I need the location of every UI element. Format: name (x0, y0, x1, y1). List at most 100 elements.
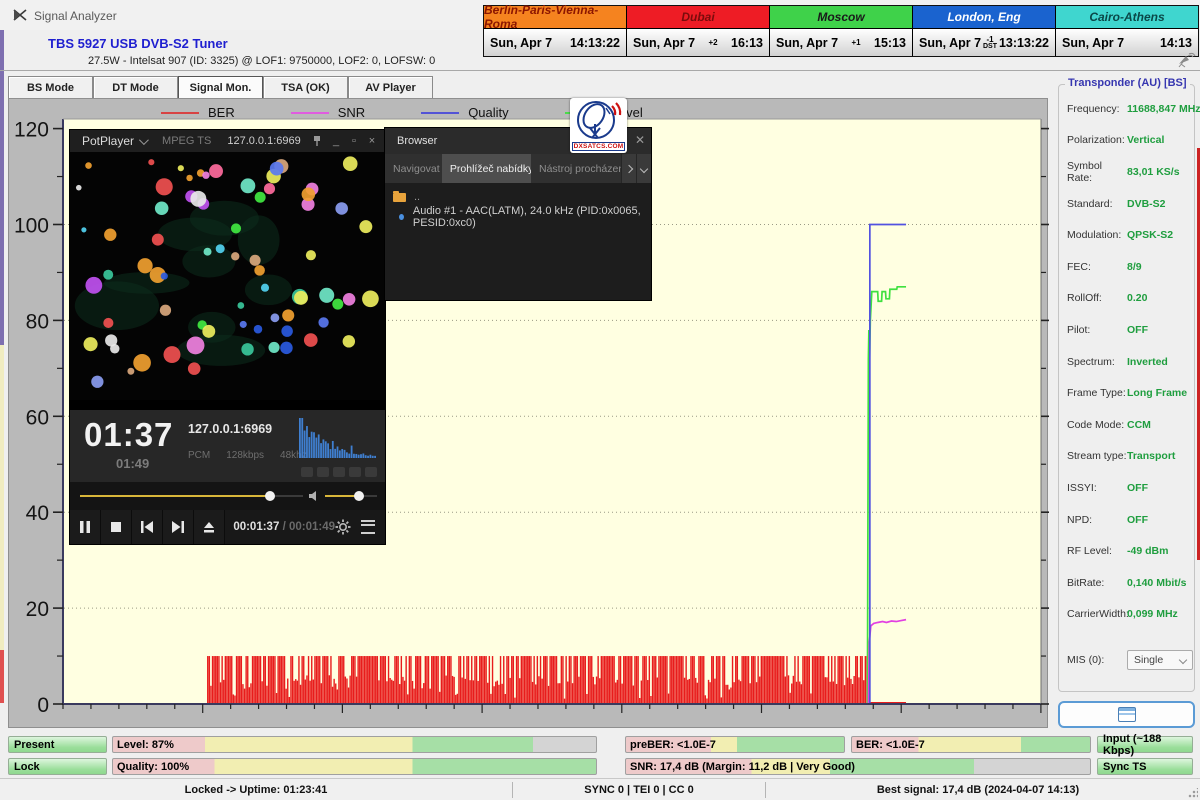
clock-city-cairo: Cairo-Athens (1056, 6, 1198, 28)
mode-tabs: BS Mode DT Mode Signal Mon. TSA (OK) AV … (8, 76, 433, 100)
dish-logo-icon (570, 98, 627, 142)
volume-slider[interactable] (325, 495, 377, 497)
pin-icon[interactable] (311, 135, 323, 147)
audio-meta: PCM 128kbps 48khz (188, 450, 307, 461)
chevron-down-icon (1179, 656, 1187, 664)
tab-navigovat[interactable]: Navigovat (385, 154, 442, 183)
settings-gear-icon[interactable] (335, 519, 351, 535)
stop-button[interactable] (101, 510, 132, 544)
transponder-panel: Transponder (AU) [BS] Frequency:11688,84… (1058, 84, 1195, 692)
field-carrierwidth: CarrierWidth:0,099 MHz (1059, 599, 1194, 631)
legend-quality: Quality (421, 105, 508, 120)
field-mis: MIS (0): Single (1059, 644, 1194, 676)
field-code-mode: Code Mode:CCM (1059, 409, 1194, 441)
clock-time-berlin: Sun, Apr 7 14:13:22 (484, 29, 626, 56)
field-stream-type: Stream type:Transport (1059, 441, 1194, 473)
svg-text:0: 0 (37, 694, 49, 717)
tab-signal-mon[interactable]: Signal Mon. (178, 76, 263, 100)
window-title: Signal Analyzer (34, 9, 117, 23)
total-time-small: 01:49 (116, 456, 149, 471)
maximize-icon[interactable]: ▫ (346, 134, 362, 148)
present-indicator: Present (8, 736, 107, 753)
chevron-down-icon (139, 135, 149, 145)
info-source: 127.0.0.1:6969 (188, 422, 272, 436)
tab-prohlizec-nabidky[interactable]: Prohlížeč nabídky (442, 154, 531, 183)
next-button[interactable] (163, 510, 194, 544)
sync-ts-indicator: Sync TS (1097, 758, 1193, 775)
tab-av-player[interactable]: AV Player (348, 76, 433, 100)
field-polarization: Polarization:Vertical (1059, 125, 1194, 157)
tab-dropdown-button[interactable] (636, 154, 651, 183)
device-title: TBS 5927 USB DVB-S2 Tuner (48, 36, 228, 51)
resize-grip[interactable] (1188, 788, 1198, 798)
screen-edge-artifact (0, 345, 4, 650)
svg-text:20: 20 (26, 598, 49, 621)
previous-button[interactable] (132, 510, 163, 544)
clock-city-moscow: Moscow (770, 6, 912, 28)
potplayer-titlebar[interactable]: PotPlayer MPEG TS 127.0.0.1:6969 _ ▫ × (70, 130, 385, 152)
eject-button[interactable] (194, 510, 225, 544)
time-display: 00:01:37 / 00:01:49 (233, 521, 335, 533)
field-frame-type: Frame Type:Long Frame (1059, 377, 1194, 409)
svg-text:120: 120 (14, 119, 49, 142)
player-mini-buttons[interactable] (301, 467, 377, 477)
mis-dropdown[interactable]: Single (1127, 650, 1193, 670)
folder-icon (393, 193, 406, 202)
volume-thumb[interactable] (354, 491, 364, 501)
field-frequency: Frequency:11688,847 MHz (1059, 93, 1194, 125)
preber-progressbar: preBER: <1.0E-7 (625, 736, 845, 753)
stream-capture-button[interactable] (1058, 701, 1195, 728)
level-progressbar: Level: 87% (112, 736, 597, 753)
field-fec: FEC:8/9 (1059, 251, 1194, 283)
audio-bullet-icon (399, 214, 404, 220)
close-icon[interactable]: × (364, 134, 380, 148)
tab-scroll-right-button[interactable] (621, 154, 636, 183)
dxsatcs-logo: DXSATCS.COM (570, 98, 627, 153)
video-area[interactable] (70, 152, 385, 400)
potplayer-window: PotPlayer MPEG TS 127.0.0.1:6969 _ ▫ × 0… (70, 130, 385, 544)
transponder-panel-title: Transponder (AU) [BS] (1065, 77, 1190, 89)
clock-time-moscow: Sun, Apr 7 +1 15:13 (770, 29, 912, 56)
clock-time-dubai: Sun, Apr 7 +2 16:13 (627, 29, 769, 56)
drive-icon (1118, 707, 1136, 722)
tab-dt-mode[interactable]: DT Mode (93, 76, 178, 100)
svg-text:80: 80 (26, 310, 49, 333)
world-clocks: Berlin-Paris-Vienna-Roma Dubai Moscow Lo… (483, 5, 1199, 57)
close-icon[interactable]: ✕ (635, 133, 645, 147)
stream-source-label: 127.0.0.1:6969 (227, 135, 300, 147)
tab-bs-mode[interactable]: BS Mode (8, 76, 93, 100)
pause-button[interactable] (70, 510, 101, 544)
browser-window: Browser — ✕ Navigovat Prohlížeč nabídky … (385, 128, 651, 300)
tab-nastroj-prochazeni[interactable]: Nástroj procházení 1 (531, 154, 621, 183)
potplayer-menu[interactable]: PotPlayer (82, 134, 134, 148)
app-icon (12, 7, 28, 23)
seek-bar[interactable] (80, 495, 303, 497)
browser-title: Browser (397, 135, 437, 147)
legend-ber: BER (161, 105, 235, 120)
audio-track-row[interactable]: Audio #1 - AAC(LATM), 24.0 kHz (PID:0x00… (385, 208, 651, 226)
tab-tsa[interactable]: TSA (OK) (263, 76, 348, 100)
seek-row (70, 482, 385, 510)
field-symbol-rate: Symbol Rate:83,01 KS/s (1059, 156, 1194, 188)
seek-thumb[interactable] (265, 491, 275, 501)
minimize-icon[interactable]: _ (328, 134, 344, 148)
playlist-menu-icon[interactable] (361, 520, 375, 534)
folder-up-row[interactable]: .. (385, 188, 651, 206)
field-modulation: Modulation:QPSK-S2 (1059, 219, 1194, 251)
snr-progressbar: SNR: 17,4 dB (Margin: 11,2 dB | Very Goo… (625, 758, 1091, 775)
field-spectrum: Spectrum:Inverted (1059, 346, 1194, 378)
quality-line-swatch (421, 112, 459, 114)
field-rf-level: RF Level:-49 dBm (1059, 535, 1194, 567)
svg-text:40: 40 (26, 502, 49, 525)
field-pilot: Pilot:OFF (1059, 314, 1194, 346)
ber-progressbar: BER: <1.0E-7 (851, 736, 1091, 753)
signal-analyzer-window: Signal Analyzer Berlin-Paris-Vienna-Roma… (0, 0, 1200, 800)
svg-text:100: 100 (14, 214, 49, 237)
screen-edge-artifact (0, 650, 4, 703)
field-standard: Standard:DVB-S2 (1059, 188, 1194, 220)
stream-format-label: MPEG TS (162, 135, 211, 147)
screen-edge-artifact (0, 4, 4, 345)
volume-icon[interactable] (308, 490, 320, 502)
separator (0, 70, 1200, 71)
elapsed-time-big: 01:37 (84, 416, 173, 454)
